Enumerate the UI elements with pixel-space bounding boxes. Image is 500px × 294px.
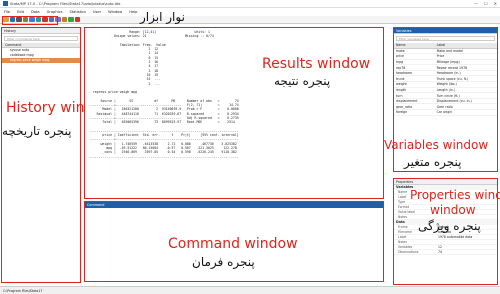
break-icon[interactable] [74,16,80,23]
command-annotation-fa: پنجره فرمان [192,255,255,269]
stata-app-icon [3,1,8,6]
title-bar: Stata/MP 17.0 - C:\Program Files\Stata17… [0,0,500,8]
minimize-button[interactable]: — [474,1,478,6]
property-key: Observations [398,250,419,254]
history-item[interactable]: regress price weigh mpg [2,58,80,63]
more-icon[interactable] [68,16,74,23]
menu-data[interactable]: Data [31,10,40,14]
properties-annotation-fa: پنجره ویژگی [418,219,481,233]
history-title: History [2,28,80,34]
properties-annotation-en-2: window [430,203,476,217]
variable-label: Car origin [434,109,497,116]
results-window: Range: [12,41] Units: 1 Unique values: 2… [84,27,384,199]
command-title: Command [85,202,383,208]
properties-annotation-en: Properties window [410,188,500,202]
toolbar-highlight [2,16,58,25]
working-directory: C:\Program Files\Stata17 [3,288,43,293]
results-line: . regress price weigh mpg [89,90,137,95]
property-key: Variables [398,245,413,249]
menu-bar: File Edit Data Graphics Statistics User … [0,9,500,15]
history-annotation-fa: پنجره تاریخچه [2,124,72,138]
property-value: 1978 automobile data [438,235,473,239]
toolbar-annotation-fa: نوار ابزار [140,10,185,24]
variables-filter-input[interactable]: Filter variables here [396,36,495,41]
results-line: 2 ... [89,81,161,86]
menu-user[interactable]: User [93,10,101,14]
results-line: ----------------------------------------… [89,154,239,159]
property-row[interactable]: Observations 74 [394,250,497,255]
property-key: Notes [398,240,407,244]
results-annotation-fa: پنجره نتیجه [274,74,331,88]
command-annotation-en: Command window [168,236,298,252]
variables-table: Name Label make Make and model price Price m… [394,43,497,116]
variables-manager-icon[interactable] [61,16,67,23]
menu-statistics[interactable]: Statistics [69,10,85,14]
menu-file[interactable]: File [4,10,10,14]
menu-graphics[interactable]: Graphics [47,10,63,14]
results-annotation-en: Results window [262,56,371,72]
variables-annotation-en: Variables window [384,138,489,152]
close-button[interactable]: ✕ [494,1,497,6]
results-line: Total | 635065396 73 8699525.97 Root MSE… [89,120,235,125]
maximize-button[interactable]: ☐ [484,1,488,6]
menu-window[interactable]: Window [108,10,122,14]
property-value: 74 [438,250,442,254]
menu-help[interactable]: Help [129,10,137,14]
history-window: History Filter commands here Command sys… [1,27,81,283]
results-line: Unique values: 21 Missing .: 0/74 [89,34,214,39]
window-title: Stata/MP 17.0 - C:\Program Files\Stata17… [10,1,121,6]
variable-row[interactable]: foreign Car origin [394,109,497,116]
property-value: 12 [438,245,442,249]
variables-annotation-fa: پنجره متغیر [404,155,462,169]
status-bar: C:\Program Files\Stata17 [0,286,500,294]
results-output: Range: [12,41] Units: 1 Unique values: 2… [85,28,383,161]
variable-name: foreign [394,109,435,116]
menu-edit[interactable]: Edit [17,10,24,14]
variables-title: Variables [394,28,497,34]
history-filter-input[interactable]: Filter commands here [4,36,78,41]
toolbar [0,16,500,24]
property-key: Label [398,235,407,239]
